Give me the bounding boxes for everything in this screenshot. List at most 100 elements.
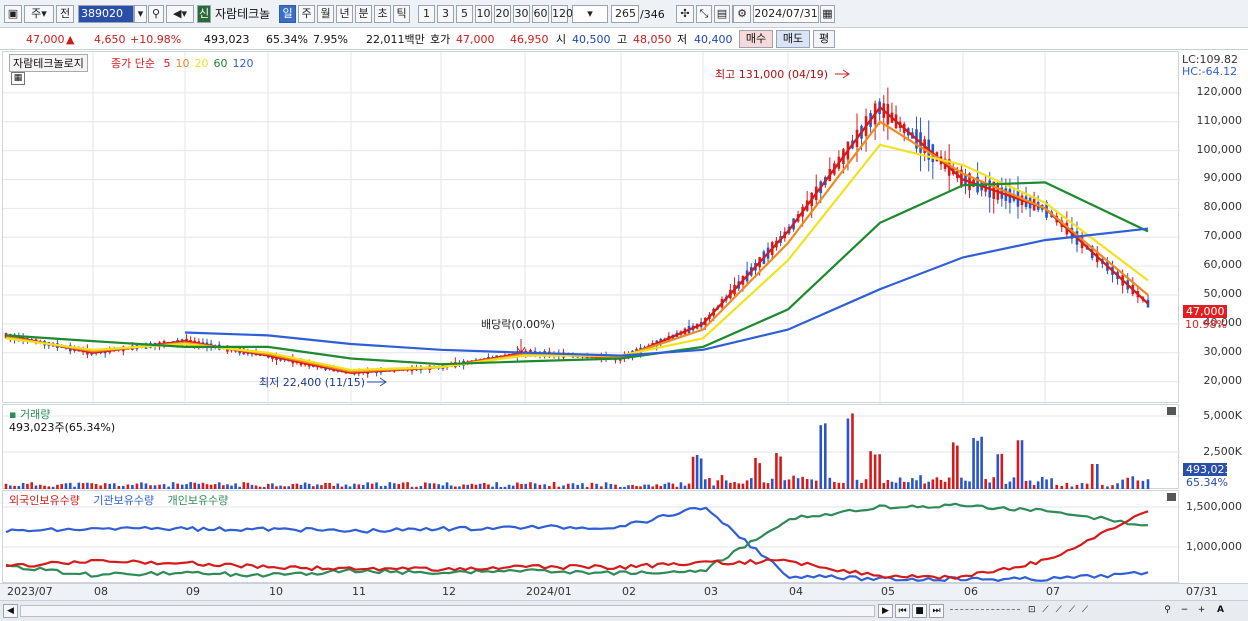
volume-bar xyxy=(906,482,910,489)
price-value: 47,000 xyxy=(26,33,65,46)
change-pct: +10.98% xyxy=(130,33,182,46)
volume-bar xyxy=(410,486,414,489)
gear-icon[interactable]: ⚙ xyxy=(733,5,751,23)
volume-bar xyxy=(846,418,850,489)
period-tab-1[interactable]: 주 xyxy=(298,5,315,23)
font-size-icon[interactable]: A xyxy=(1213,604,1228,618)
foreign-line xyxy=(5,510,1149,580)
code-dropdown-icon[interactable]: ▾ xyxy=(134,5,147,23)
volume-pct-tag: 65.34% xyxy=(1186,476,1228,489)
interval-tab-30[interactable]: 30 xyxy=(513,5,530,23)
interval-tab-20[interactable]: 20 xyxy=(494,5,511,23)
volume-bar xyxy=(474,484,478,489)
drawing-tools[interactable]: ⊡ ⟋ ⟋ ⟋ ⟋ xyxy=(1028,604,1118,618)
stock-name-tag[interactable]: 자람테크놀로지 xyxy=(9,54,88,72)
magnify-icon[interactable]: ⚲ xyxy=(1160,604,1175,618)
interval-tab-10[interactable]: 10 xyxy=(475,5,492,23)
volume-bar xyxy=(13,485,16,489)
current-price-tag: 47,000 xyxy=(1183,305,1227,318)
price-tick-7: 50,000 xyxy=(1203,286,1243,300)
volume-bar xyxy=(176,483,179,489)
volume-bar xyxy=(837,482,841,489)
volume-bar xyxy=(234,483,237,489)
scroll-track[interactable] xyxy=(20,605,875,617)
interval-input[interactable]: ▾ xyxy=(572,5,608,23)
stock-code-input[interactable]: 389020 xyxy=(78,5,134,23)
volume-bar xyxy=(557,486,561,489)
zoom-icon[interactable]: ⤡ xyxy=(696,5,712,23)
volume-bar xyxy=(524,483,528,489)
volume-bar xyxy=(375,482,378,489)
ma-legend[interactable]: 종가 단순 5 10 20 60 120 xyxy=(111,55,253,71)
volume-bar xyxy=(972,437,975,489)
window-icon[interactable]: ▣ xyxy=(4,5,22,23)
volume-bar xyxy=(770,478,774,489)
count-input[interactable]: 265 xyxy=(611,5,639,23)
speaker-icon[interactable]: ◀▾ xyxy=(166,5,194,23)
volume-bar xyxy=(432,483,436,489)
volume-bar xyxy=(311,486,315,489)
buy-button[interactable]: 매수 xyxy=(739,30,773,48)
interval-tab-1[interactable]: 1 xyxy=(418,5,435,23)
save-icon[interactable]: ▤ xyxy=(714,5,730,23)
first-page-icon[interactable]: ⏮ xyxy=(895,604,910,618)
volume-bar xyxy=(647,484,650,489)
pane-close-icon[interactable] xyxy=(1167,407,1176,415)
period-tab-6[interactable]: 틱 xyxy=(393,5,410,23)
volume-bar xyxy=(397,484,401,489)
period-tab-4[interactable]: 분 xyxy=(355,5,372,23)
volume-bar xyxy=(26,483,29,489)
scroll-bar: ◀ ▶ ⏮ ■ ⏭ ⊡ ⟋ ⟋ ⟋ ⟋ ⚲ − + A xyxy=(0,600,1248,621)
cross-icon[interactable]: ✣ xyxy=(676,5,694,23)
holding-legend[interactable]: 외국인보유수량 기관보유수량 개인보유수량 xyxy=(9,492,228,508)
price-tick-5: 70,000 xyxy=(1203,229,1243,243)
period-tab-5[interactable]: 초 xyxy=(374,5,391,23)
pane-close-icon[interactable] xyxy=(1167,493,1176,501)
volume-bar xyxy=(1131,476,1135,489)
stock-name: 자람테크놀 xyxy=(215,7,271,21)
volume-bar xyxy=(406,482,409,489)
volume-bar xyxy=(60,484,63,489)
table-icon[interactable]: ▦ xyxy=(11,72,25,85)
volume-bar xyxy=(246,482,250,489)
volume-bar xyxy=(860,482,863,489)
interval-tab-120[interactable]: 120 xyxy=(551,5,573,23)
main-toolbar: ▣ 주▾ 전 389020 ▾ ⚲ ◀▾ 신 자람테크놀 일주월년분초틱 135… xyxy=(0,0,1248,28)
volume-bar xyxy=(226,484,229,489)
volume-bar xyxy=(47,486,51,489)
volume-bar xyxy=(651,486,654,489)
prev-button[interactable]: 전 xyxy=(56,5,74,23)
zoom-in-icon[interactable]: + xyxy=(1194,604,1209,618)
scroll-right-icon[interactable]: ▶ xyxy=(878,604,893,618)
volume-bar xyxy=(855,479,859,489)
calendar-icon[interactable]: ▦ xyxy=(820,5,835,23)
volume-bar xyxy=(1080,483,1084,489)
volume-bar xyxy=(566,483,570,489)
scroll-left-icon[interactable]: ◀ xyxy=(3,604,18,618)
eval-button[interactable]: 평 xyxy=(813,30,835,48)
date-input[interactable]: 2024/07/31 xyxy=(753,5,819,23)
interval-tab-60[interactable]: 60 xyxy=(532,5,549,23)
volume-bar xyxy=(980,436,983,489)
search-icon[interactable]: ⚲ xyxy=(148,5,164,23)
volume-bar xyxy=(683,485,687,489)
period-tab-2[interactable]: 월 xyxy=(317,5,334,23)
zoom-slider[interactable] xyxy=(950,609,1020,612)
interval-tab-3[interactable]: 3 xyxy=(437,5,454,23)
change-value: 4,650 xyxy=(94,33,126,46)
period-tab-3[interactable]: 년 xyxy=(336,5,353,23)
type-select[interactable]: 주▾ xyxy=(24,5,54,23)
x-label-12: 07 xyxy=(1046,585,1060,598)
volume-bar xyxy=(482,482,486,489)
volume-bar xyxy=(250,484,254,489)
stop-icon[interactable]: ■ xyxy=(912,604,927,618)
volume-bar xyxy=(144,483,148,489)
period-tab-0[interactable]: 일 xyxy=(279,5,296,23)
last-page-icon[interactable]: ⏭ xyxy=(929,604,944,618)
volume-bar xyxy=(931,479,935,489)
high-annotation: 최고 131,000 (04/19) xyxy=(715,68,828,81)
volume-bar xyxy=(639,486,642,489)
zoom-out-icon[interactable]: − xyxy=(1177,604,1192,618)
interval-tab-5[interactable]: 5 xyxy=(456,5,473,23)
sell-button[interactable]: 매도 xyxy=(776,30,810,48)
